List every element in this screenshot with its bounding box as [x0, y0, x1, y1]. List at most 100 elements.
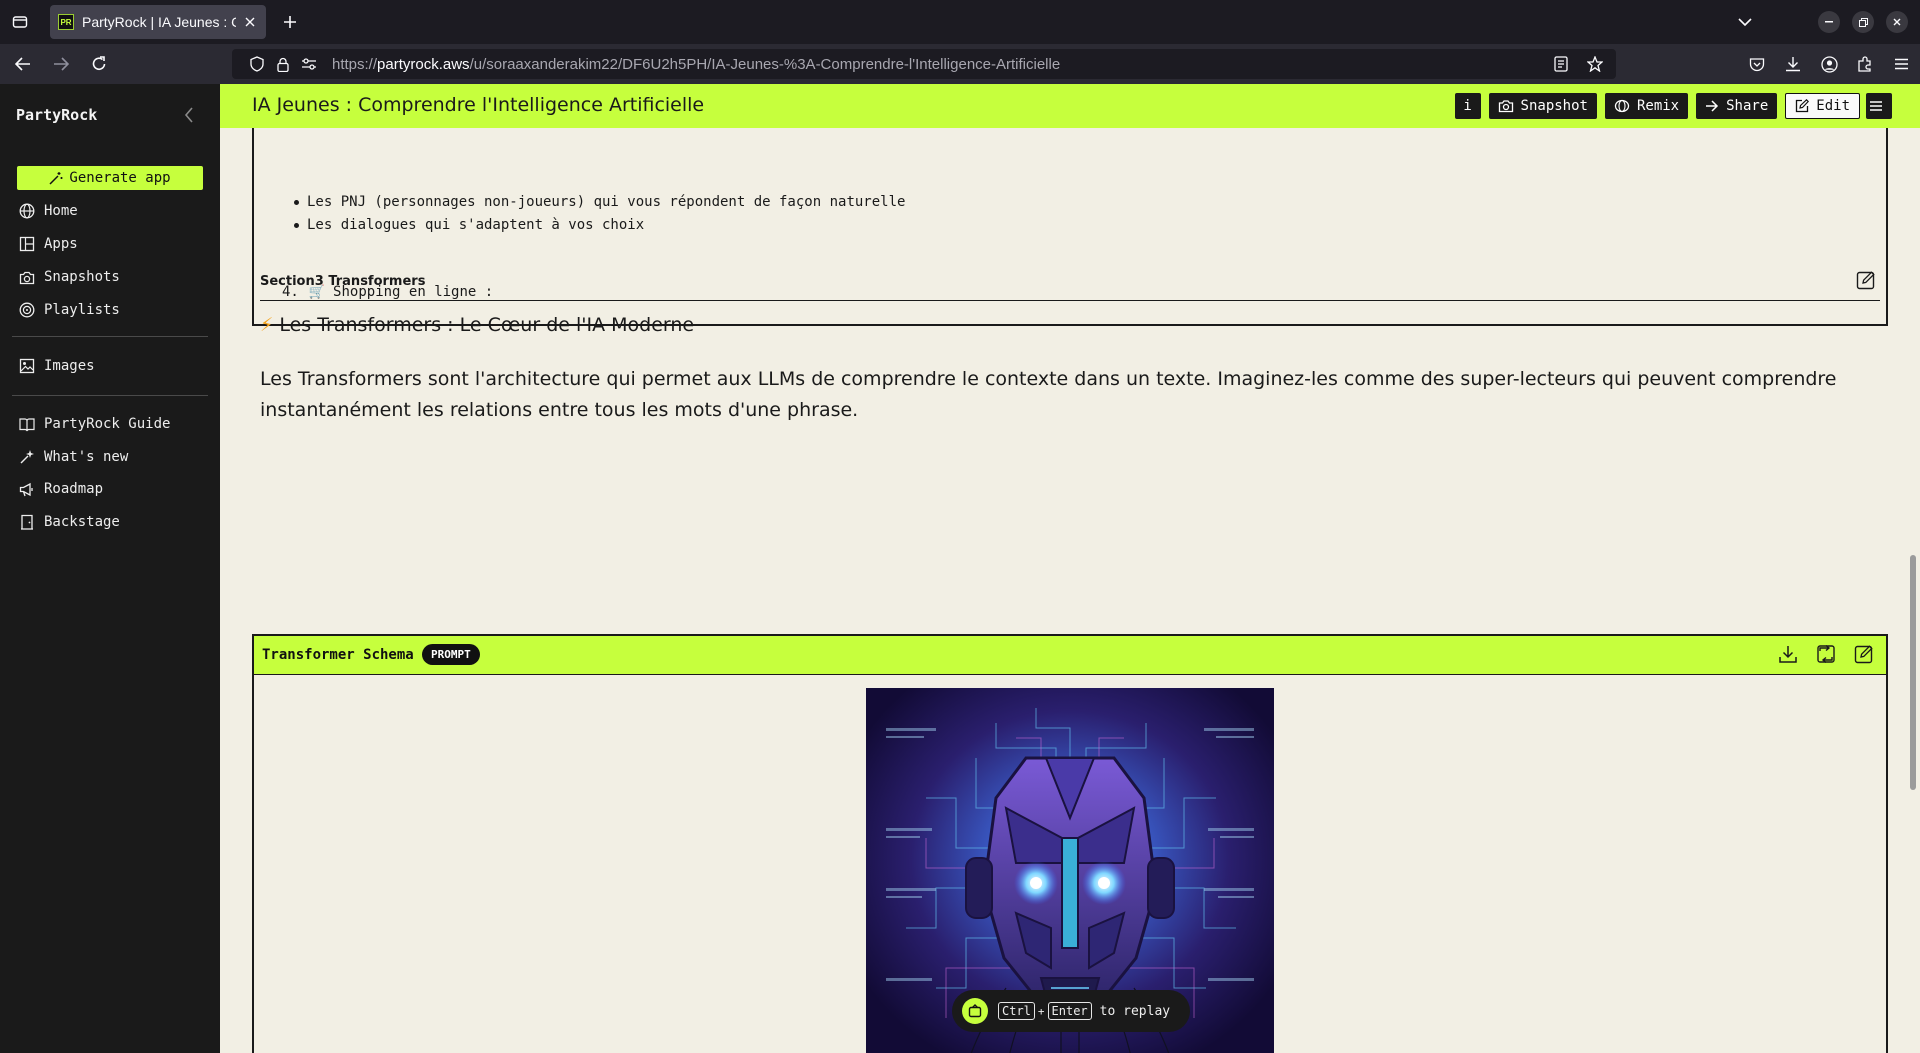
extensions-icon[interactable] — [1854, 53, 1876, 75]
camera-icon — [1498, 100, 1513, 113]
page-scrollbar[interactable] — [1910, 555, 1916, 790]
reader-view-icon[interactable] — [1550, 53, 1572, 75]
remix-icon — [1614, 99, 1630, 113]
lock-icon[interactable] — [272, 53, 294, 75]
book-icon — [18, 415, 36, 433]
magic-wand-icon — [49, 172, 63, 185]
sidebar-item-images[interactable]: Images — [18, 354, 95, 378]
account-icon[interactable] — [1818, 53, 1840, 75]
sidebar-item-label: Home — [44, 203, 78, 219]
url-text[interactable]: https://partyrock.aws/u/soraaxanderakim2… — [332, 56, 1546, 73]
previous-widget-card: Les PNJ (personnages non-joueurs) qui vo… — [252, 128, 1888, 326]
permissions-icon[interactable] — [298, 53, 320, 75]
restore-icon[interactable] — [1852, 11, 1874, 33]
close-window-icon[interactable] — [1886, 11, 1908, 33]
plus-sign: + — [1037, 1004, 1045, 1018]
close-tab-icon[interactable] — [242, 14, 258, 30]
megaphone-icon — [18, 480, 36, 498]
forward-icon[interactable] — [46, 49, 76, 79]
sidebar-item-apps[interactable]: Apps — [18, 232, 78, 256]
sidebar-item-label: Images — [44, 358, 95, 374]
list-item: Les dialogues qui s'adaptent à vos choix — [294, 217, 644, 233]
door-icon — [18, 513, 36, 531]
download-icon[interactable] — [1778, 644, 1800, 666]
back-icon[interactable] — [8, 49, 38, 79]
reload-icon[interactable] — [84, 49, 114, 79]
browser-nav-bar: https://partyrock.aws/u/soraaxanderakim2… — [0, 44, 1920, 84]
replay-text: to replay — [1099, 1003, 1171, 1019]
sidebar-item-label: Apps — [44, 236, 78, 252]
sidebar-item-label: Playlists — [44, 302, 120, 318]
generate-app-label: Generate app — [69, 170, 171, 186]
sidebar-item-backstage[interactable]: Backstage — [18, 510, 120, 534]
ctrl-key: Ctrl — [998, 1002, 1035, 1020]
downloads-icon[interactable] — [1782, 53, 1804, 75]
sidebar-item-roadmap[interactable]: Roadmap — [18, 477, 103, 501]
pocket-icon[interactable] — [1746, 53, 1768, 75]
hamburger-menu-icon — [1869, 101, 1882, 111]
widget-title: Transformer Schema — [262, 647, 414, 663]
share-arrow-icon — [1706, 100, 1719, 112]
section-divider — [260, 300, 1880, 301]
app-menu-icon[interactable] — [1890, 53, 1912, 75]
sidebar-item-whats-new[interactable]: What's new — [18, 445, 128, 469]
list-item-text: Les PNJ (personnages non-joueurs) qui vo… — [307, 194, 906, 210]
info-label: i — [1463, 98, 1472, 114]
minimize-icon[interactable] — [1818, 11, 1840, 33]
apps-grid-icon — [18, 235, 36, 253]
sidebar-divider — [12, 336, 208, 337]
sidebar-item-label: Backstage — [44, 514, 120, 530]
tab-title: PartyRock | IA Jeunes : Co — [82, 14, 236, 30]
snapshot-label: Snapshot — [1520, 98, 1588, 114]
menu-button[interactable] — [1866, 93, 1892, 119]
replay-hint: Ctrl + Enter to replay — [952, 990, 1190, 1032]
app-header: IA Jeunes : Comprendre l'Intelligence Ar… — [220, 84, 1920, 128]
new-tab-icon[interactable] — [272, 5, 308, 39]
globe-icon — [18, 202, 36, 220]
sparkle-icon — [18, 448, 36, 466]
regenerate-icon[interactable] — [1816, 644, 1838, 666]
list-item: Les PNJ (personnages non-joueurs) qui vo… — [294, 194, 905, 210]
browser-tab-active[interactable]: PR PartyRock | IA Jeunes : Co — [50, 5, 266, 39]
sidebar-item-guide[interactable]: PartyRock Guide — [18, 412, 170, 436]
list-all-tabs-icon[interactable] — [1730, 7, 1760, 37]
section-heading-text: Les Transformers : Le Cœur de l'IA Moder… — [279, 314, 695, 336]
generate-app-button[interactable]: Generate app — [17, 166, 203, 190]
shield-icon[interactable] — [246, 53, 268, 75]
section-body-text: Les Transformers sont l'architecture qui… — [260, 368, 1837, 421]
tab-list-icon[interactable] — [0, 0, 40, 44]
replay-button[interactable] — [962, 998, 988, 1024]
main-content: Les PNJ (personnages non-joueurs) qui vo… — [220, 84, 1920, 1053]
section-heading: ⚡ Les Transformers : Le Cœur de l'IA Mod… — [260, 314, 694, 336]
bullet-dot — [294, 222, 299, 228]
sidebar: PartyRock Generate app Home Apps Snapsho… — [0, 84, 220, 1053]
remix-label: Remix — [1636, 98, 1680, 114]
camera-icon — [18, 268, 36, 286]
sidebar-item-home[interactable]: Home — [18, 199, 78, 223]
bullet-dot — [294, 199, 299, 205]
edit-pencil-icon — [1796, 99, 1810, 113]
url-bar[interactable]: https://partyrock.aws/u/soraaxanderakim2… — [232, 49, 1616, 79]
enter-key: Enter — [1047, 1002, 1092, 1020]
sidebar-item-playlists[interactable]: Playlists — [18, 298, 120, 322]
share-button[interactable]: Share — [1696, 93, 1778, 119]
brand-logo[interactable]: PartyRock — [16, 106, 97, 124]
sidebar-item-label: What's new — [44, 449, 129, 465]
list-item-text: Les dialogues qui s'adaptent à vos choix — [307, 217, 645, 233]
bookmark-star-icon[interactable] — [1584, 53, 1606, 75]
share-label: Share — [1726, 98, 1769, 114]
edit-widget-icon[interactable] — [1856, 270, 1878, 292]
info-button[interactable]: i — [1454, 93, 1481, 119]
images-icon — [18, 357, 36, 375]
lightning-bolt-icon: ⚡ — [260, 314, 274, 336]
partyrock-favicon-icon: PR — [58, 14, 74, 30]
sidebar-item-label: Roadmap — [44, 481, 104, 497]
collapse-sidebar-icon[interactable] — [178, 104, 200, 126]
prompt-badge[interactable]: PROMPT — [422, 644, 480, 665]
remix-button[interactable]: Remix — [1604, 93, 1689, 119]
sidebar-divider — [12, 395, 208, 396]
snapshot-button[interactable]: Snapshot — [1488, 93, 1597, 119]
edit-button[interactable]: Edit — [1785, 93, 1860, 119]
sidebar-item-snapshots[interactable]: Snapshots — [18, 265, 120, 289]
edit-widget-icon[interactable] — [1854, 644, 1876, 666]
